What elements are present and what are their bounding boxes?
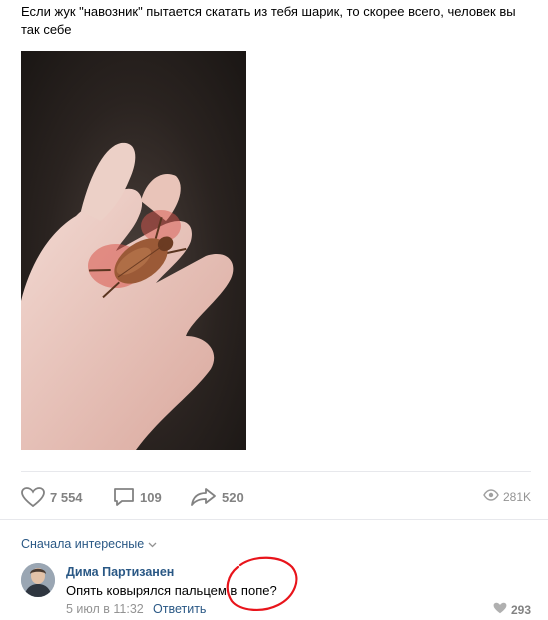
comment-like-count: 293	[510, 603, 531, 617]
comments-sort-dropdown[interactable]: Сначала интересные	[21, 537, 157, 551]
comment-button[interactable]: 109	[113, 486, 162, 508]
comment-author[interactable]: Дима Партизанен	[66, 565, 174, 579]
views-count: 281K	[502, 490, 531, 504]
like-button[interactable]: 7 554	[21, 486, 83, 508]
comment-count: 109	[140, 489, 162, 505]
comment-date[interactable]: 5 июл в 11:32	[66, 602, 144, 616]
divider	[21, 471, 531, 472]
share-button[interactable]: 520	[191, 486, 244, 508]
heart-icon	[21, 487, 45, 507]
views-counter: 281K	[483, 486, 531, 508]
sort-label: Сначала интересные	[21, 537, 145, 551]
heart-icon	[493, 601, 507, 619]
share-count: 520	[222, 489, 244, 505]
share-arrow-icon	[191, 487, 217, 507]
post-photo[interactable]	[21, 51, 246, 450]
chevron-down-icon	[148, 537, 157, 551]
avatar[interactable]	[21, 563, 55, 597]
comment-like-button[interactable]: 293	[493, 601, 531, 619]
divider	[0, 519, 548, 520]
comment-icon	[113, 487, 135, 507]
comment-text: Опять ковырялся пальцем в попе?	[66, 583, 277, 598]
reply-button[interactable]: Ответить	[153, 602, 206, 616]
like-count: 7 554	[50, 489, 83, 505]
post-actions: 7 554 109 520 281K	[21, 486, 531, 508]
eye-icon	[483, 488, 499, 506]
post-text: Если жук "навозник" пытается скатать из …	[21, 4, 516, 37]
